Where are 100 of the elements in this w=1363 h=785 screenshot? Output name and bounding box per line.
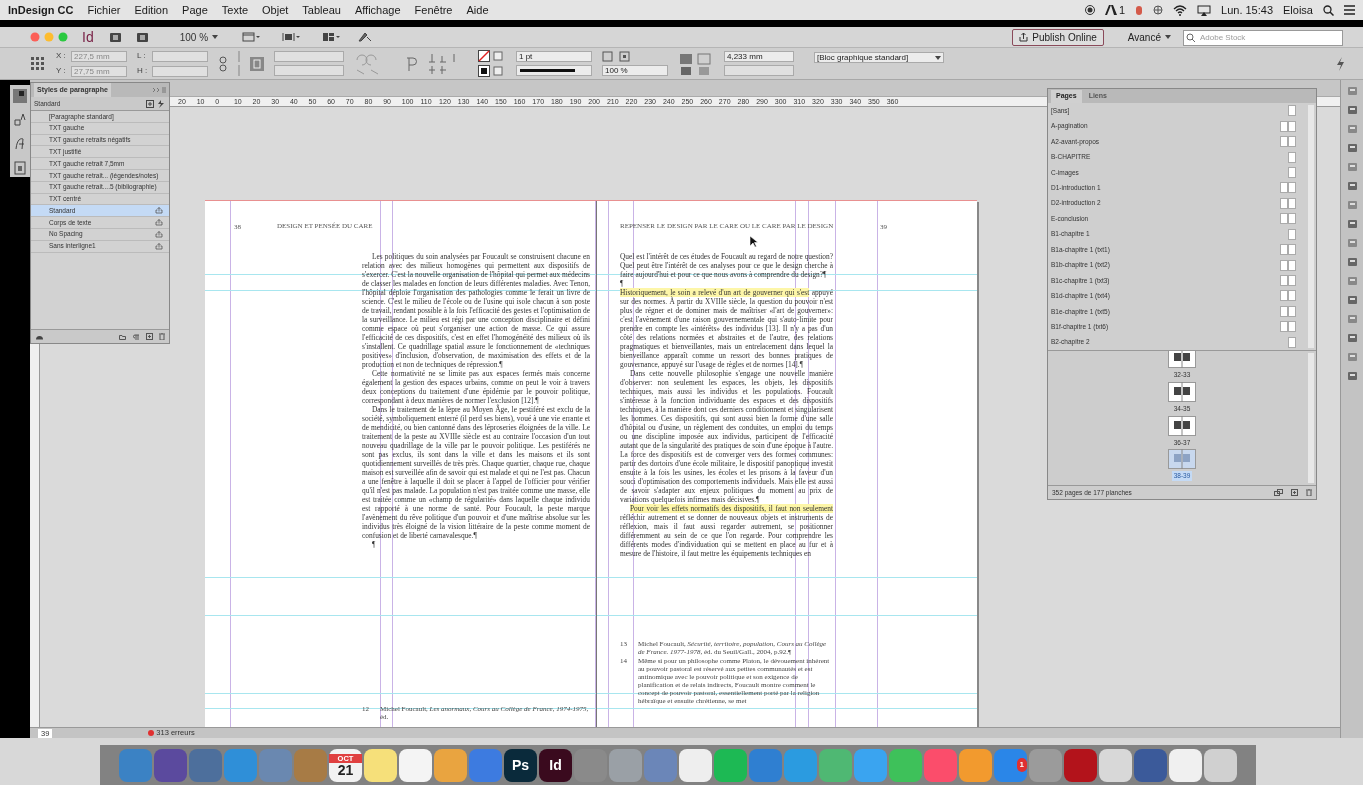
wifi-icon[interactable]: [1173, 4, 1188, 16]
menu-item[interactable]: Tableau: [302, 1, 341, 19]
app-icon[interactable]: [154, 748, 187, 782]
page-thumbnail[interactable]: [1288, 228, 1296, 240]
page-thumbnail[interactable]: [1280, 290, 1288, 302]
folder-icon[interactable]: [119, 333, 126, 340]
window-controls-icon[interactable]: [30, 32, 70, 42]
page-thumbnail[interactable]: [1288, 336, 1296, 348]
page-thumbnail[interactable]: [1288, 290, 1296, 302]
app-icon[interactable]: [364, 748, 397, 782]
spread-thumbnail[interactable]: [1168, 415, 1196, 436]
cloud-icon[interactable]: [35, 333, 44, 340]
app-menu[interactable]: InDesign CC: [8, 1, 74, 19]
input-field[interactable]: [152, 50, 208, 62]
trash-icon[interactable]: [1306, 489, 1312, 496]
user-name[interactable]: Eloisa: [1283, 1, 1313, 19]
app-icon[interactable]: [854, 748, 887, 782]
menu-item[interactable]: Affichage: [354, 1, 401, 19]
page-thumbnail[interactable]: [1288, 305, 1296, 317]
chain-link-icon[interactable]: [218, 55, 228, 72]
menu-item[interactable]: Edition: [134, 1, 169, 19]
input-field[interactable]: [724, 65, 794, 76]
menu-item[interactable]: Page: [182, 1, 208, 19]
page-thumbnail[interactable]: [1288, 197, 1296, 209]
page-thumbnail[interactable]: [1288, 259, 1296, 271]
page-thumbnail[interactable]: [1288, 275, 1296, 287]
page-thumbnail[interactable]: [1280, 182, 1288, 194]
input-field[interactable]: [274, 65, 344, 76]
app-icon[interactable]: [1204, 748, 1237, 782]
app-icon[interactable]: [1169, 748, 1202, 782]
object-style-dropdown[interactable]: [Bloc graphique standard]: [814, 52, 944, 63]
paragraph-styles-icon[interactable]: [13, 89, 27, 103]
page-thumbnail[interactable]: [1288, 105, 1296, 117]
menu-item[interactable]: Aide: [466, 1, 489, 19]
new-style-icon[interactable]: [146, 99, 166, 108]
arrange-documents-icon[interactable]: [322, 32, 341, 42]
spread-thumbnail[interactable]: [1168, 381, 1196, 402]
page-thumbnail[interactable]: [1288, 244, 1296, 256]
page-thumbnail[interactable]: [1288, 120, 1296, 132]
page-size-icon[interactable]: [1274, 489, 1283, 496]
record-icon[interactable]: [1084, 5, 1095, 15]
scrollbar[interactable]: [1308, 105, 1314, 348]
publish-online-button[interactable]: Publish Online: [1012, 28, 1104, 46]
menu-item[interactable]: Fichier: [87, 1, 121, 19]
scrollbar[interactable]: [1308, 353, 1314, 483]
zoom-dropdown[interactable]: 100 %: [177, 29, 221, 45]
search-icon[interactable]: [1323, 4, 1334, 16]
menu-icon[interactable]: [1344, 5, 1355, 15]
app-icon[interactable]: [714, 748, 747, 782]
page-thumbnail[interactable]: [1288, 213, 1296, 225]
page-thumbnail[interactable]: [1288, 166, 1296, 178]
panel-menu-icon[interactable]: [152, 87, 166, 93]
workspace-dropdown[interactable]: Avancé: [1127, 29, 1171, 45]
app-icon[interactable]: [1029, 748, 1062, 782]
page-thumbnail[interactable]: [1280, 259, 1288, 271]
page-thumbnail[interactable]: [1288, 182, 1296, 194]
page-thumbnail[interactable]: [1280, 321, 1288, 333]
screen-mode-icon[interactable]: [242, 32, 261, 42]
app-icon[interactable]: [679, 748, 712, 782]
object-styles-icon[interactable]: [13, 161, 27, 175]
glyphs-icon[interactable]: [13, 137, 27, 151]
lightning-icon[interactable]: [1336, 56, 1345, 71]
bridge-icon[interactable]: [109, 32, 121, 42]
airplay-icon[interactable]: [1197, 4, 1212, 16]
reference-point-icon[interactable]: [30, 55, 46, 72]
app-icon[interactable]: Id: [539, 748, 572, 782]
page-thumbnail[interactable]: [1280, 275, 1288, 287]
stroke-weight-field[interactable]: 1 pt: [516, 51, 592, 62]
view-options-icon[interactable]: [282, 32, 301, 42]
paragraph-icon[interactable]: [404, 55, 418, 72]
new-icon[interactable]: [146, 333, 153, 340]
app-icon[interactable]: 1: [994, 748, 1027, 782]
menu-item[interactable]: Objet: [262, 1, 289, 19]
page-thumbnail[interactable]: [1288, 136, 1296, 148]
input-field[interactable]: [274, 51, 344, 62]
input-field[interactable]: [152, 65, 208, 77]
app-icon[interactable]: [889, 748, 922, 782]
app-icon[interactable]: [1064, 748, 1097, 782]
new-page-icon[interactable]: [1291, 489, 1298, 496]
page-thumbnail[interactable]: [1280, 120, 1288, 132]
wrap-icons[interactable]: [678, 51, 714, 76]
fill-swatch-icon[interactable]: [478, 50, 506, 62]
app-icon[interactable]: [399, 748, 432, 782]
stroke-type-dropdown[interactable]: [516, 65, 592, 76]
character-styles-icon[interactable]: [13, 113, 27, 127]
app-icon[interactable]: [959, 748, 992, 782]
minibridge-icon[interactable]: [136, 32, 148, 42]
page-thumbnail[interactable]: [1280, 305, 1288, 317]
trash-icon[interactable]: [159, 333, 165, 340]
offset-field[interactable]: 4,233 mm: [724, 51, 794, 62]
menu-item[interactable]: Fenêtre: [414, 1, 453, 19]
app-icon[interactable]: [434, 748, 467, 782]
page-thumbnail[interactable]: [1288, 321, 1296, 333]
spread-thumbnail[interactable]: [1168, 351, 1196, 368]
app-icon[interactable]: [609, 748, 642, 782]
app-icon[interactable]: Ps: [504, 748, 537, 782]
page-thumbnail[interactable]: [1280, 197, 1288, 209]
app-icon[interactable]: [1099, 748, 1132, 782]
page-thumbnail[interactable]: [1280, 213, 1288, 225]
menu-item[interactable]: Texte: [221, 1, 249, 19]
